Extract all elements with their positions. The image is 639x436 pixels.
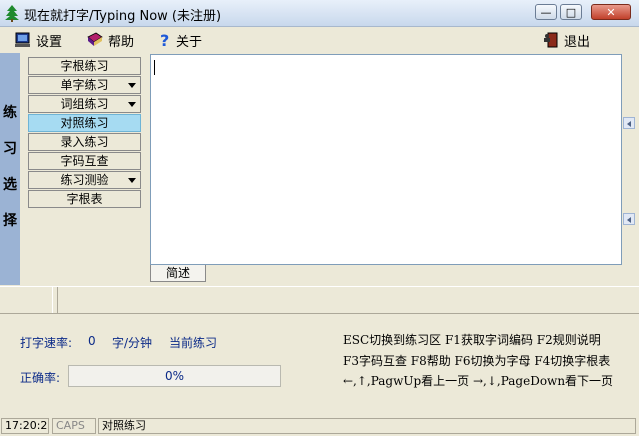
accuracy-label: 正确率: (20, 371, 61, 385)
help-menu[interactable]: 帮助 (86, 30, 134, 50)
settings-menu[interactable]: 设置 (14, 30, 62, 50)
strip-char: 选 (3, 177, 17, 193)
speed-label: 打字速率: (20, 336, 73, 350)
question-icon: ? (160, 31, 169, 49)
help-line: F3字码互查 F8帮助 F6切换为字母 F4切换字根表 (343, 354, 611, 368)
exit-icon (544, 32, 558, 48)
accuracy-bar: 0% (68, 365, 281, 387)
monitor-icon (15, 32, 30, 47)
button-label: 词组练习 (60, 97, 109, 111)
title-bar: 现在就打字/Typing Now (未注册) — □ ✕ (0, 0, 639, 27)
single-char-practice-button[interactable]: 单字练习 (28, 76, 141, 94)
collapse-left-icon[interactable] (623, 213, 635, 225)
current-practice-label: 当前练习 (169, 336, 218, 350)
button-label: 单字练习 (60, 78, 109, 92)
button-label: 录入练习 (60, 135, 109, 149)
practice-button-panel: 字根练习 单字练习 词组练习 对照练习 录入练习 字码互查 练习测验 字根表 (20, 53, 150, 285)
button-label: 字码互查 (60, 154, 109, 168)
practice-text-area[interactable] (150, 54, 622, 265)
dropdown-arrow-icon (128, 102, 136, 107)
code-lookup-button[interactable]: 字码互查 (28, 152, 141, 170)
stats-panel: 打字速率: 0 字/分钟 当前练习 正确率: 0% ESC切换到练习区 F1获取… (0, 315, 639, 415)
phrase-practice-button[interactable]: 词组练习 (28, 95, 141, 113)
speed-value: 0 (88, 334, 96, 348)
maximize-button[interactable]: □ (560, 4, 582, 20)
clock-display: 17:20:2 (1, 418, 49, 434)
compare-practice-button[interactable]: 对照练习 (28, 114, 141, 132)
close-button[interactable]: ✕ (591, 4, 631, 20)
speed-unit: 字/分钟 (112, 336, 153, 350)
caps-indicator: CAPS (52, 418, 96, 434)
minimize-button[interactable]: — (535, 4, 557, 20)
input-practice-button[interactable]: 录入练习 (28, 133, 141, 151)
svg-text:?: ? (160, 31, 169, 49)
practice-test-button[interactable]: 练习测验 (28, 171, 141, 189)
dropdown-arrow-icon (128, 83, 136, 88)
strip-char: 习 (3, 141, 17, 157)
button-label: 练习测验 (60, 173, 109, 187)
dropdown-arrow-icon (128, 178, 136, 183)
button-label: 字根练习 (60, 59, 109, 73)
radical-practice-button[interactable]: 字根练习 (28, 57, 141, 75)
collapse-left-icon[interactable] (623, 117, 635, 129)
about-label: 关于 (176, 34, 203, 50)
splitter-handle[interactable] (52, 287, 58, 313)
button-label: 对照练习 (60, 116, 109, 130)
accuracy-text: 0% (164, 369, 185, 383)
status-bar: 17:20:2 CAPS 对照练习 (0, 416, 639, 436)
radical-table-button[interactable]: 字根表 (28, 190, 141, 208)
tab-summary[interactable]: 简述 (150, 265, 206, 282)
mode-indicator: 对照练习 (98, 418, 636, 434)
about-menu[interactable]: ? 关于 (158, 30, 202, 50)
settings-label: 设置 (36, 34, 63, 50)
window-title: 现在就打字/Typing Now (未注册) (24, 9, 222, 24)
text-caret (154, 60, 155, 75)
menu-bar: 设置 帮助 ? 关于 退出 (0, 27, 639, 52)
exit-label: 退出 (564, 34, 591, 50)
strip-char: 择 (3, 213, 17, 229)
tree-icon (5, 5, 19, 22)
help-line: ←,↑,PagwUp看上一页 →,↓,PageDown看下一页 (343, 374, 614, 388)
right-panel-edge (623, 53, 639, 285)
help-label: 帮助 (108, 34, 135, 50)
help-line: ESC切换到练习区 F1获取字词编码 F2规则说明 (343, 333, 601, 347)
toolbar-strip (0, 286, 639, 314)
book-icon (87, 32, 103, 46)
practice-select-strip: 练 习 选 择 (0, 53, 20, 285)
strip-char: 练 (3, 105, 17, 121)
button-label: 字根表 (66, 192, 103, 206)
exit-menu[interactable]: 退出 (542, 30, 590, 50)
main-area: 练 习 选 择 字根练习 单字练习 词组练习 对照练习 录入练习 字码互查 练习… (0, 53, 639, 285)
